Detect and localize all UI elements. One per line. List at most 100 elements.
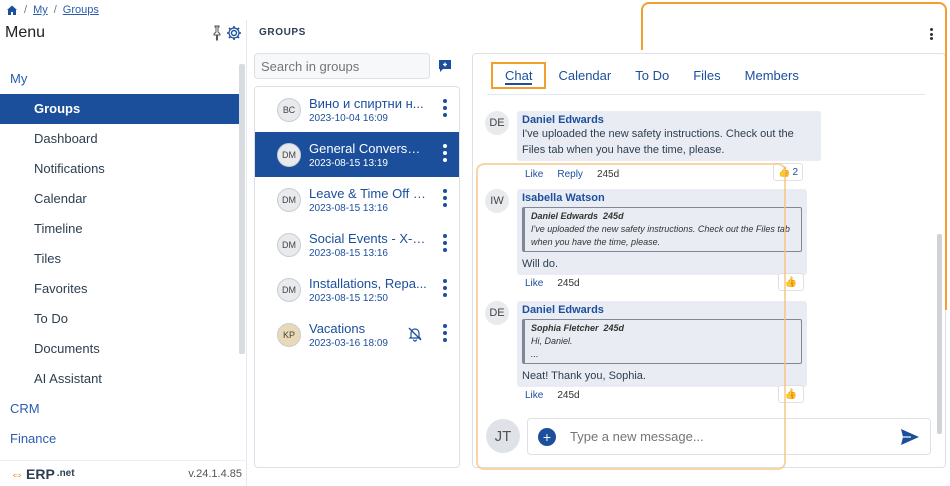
home-icon[interactable] (6, 4, 18, 16)
message-author[interactable]: Isabella Watson (522, 192, 802, 204)
menu-section-finance[interactable]: Finance (0, 424, 240, 454)
like-link[interactable]: Like (525, 169, 543, 180)
group-more-icon[interactable] (443, 144, 447, 162)
breadcrumb-separator: / (53, 4, 57, 16)
group-date: 2023-10-04 16:09 (309, 112, 388, 124)
like-count-button[interactable]: 👍 2 (773, 163, 803, 181)
group-name: Leave & Time Off - ... (309, 185, 427, 201)
quoted-message[interactable]: Sophia Fletcher 245d Hi, Daniel. ... (522, 319, 802, 364)
thumbs-up-icon: 👍 (777, 166, 791, 178)
quoted-message[interactable]: Daniel Edwards 245d I've uploaded the ne… (522, 207, 802, 252)
group-avatar: DM (277, 187, 301, 212)
thumbs-up-icon: 👍 (784, 276, 798, 288)
group-name: Installations, Repa... (309, 275, 427, 291)
breadcrumb-groups[interactable]: Groups (63, 4, 99, 16)
group-more-icon[interactable] (443, 279, 447, 297)
tab-files[interactable]: Files (681, 62, 732, 89)
tab-todo[interactable]: To Do (623, 62, 681, 89)
thumbs-up-icon: 👍 (784, 388, 798, 400)
menu-title: Menu (5, 24, 46, 41)
like-link[interactable]: Like (525, 278, 543, 289)
group-item[interactable]: DM Leave & Time Off - ... 2023-08-15 13:1… (255, 177, 459, 222)
gear-icon[interactable] (226, 25, 242, 41)
menu-item-ai-assistant[interactable]: AI Assistant (0, 364, 240, 394)
panel-more-icon[interactable] (930, 28, 933, 40)
group-item[interactable]: ВС Вино и спиртни н... 2023-10-04 16:09 (255, 87, 459, 132)
highlight-frame (641, 2, 947, 50)
menu-item-groups[interactable]: Groups (0, 94, 240, 124)
message-composer: + (527, 418, 931, 455)
tab-calendar[interactable]: Calendar (546, 62, 623, 89)
menu-header: Menu (0, 20, 246, 46)
group-name: Social Events - X-T... (309, 230, 427, 246)
menu-item-documents[interactable]: Documents (0, 334, 240, 364)
group-item[interactable]: DM Social Events - X-T... 2023-08-15 13:1… (255, 222, 459, 267)
group-name: General Conversat... (309, 140, 427, 156)
group-item[interactable]: DM Installations, Repa... 2023-08-15 12:5… (255, 267, 459, 312)
attach-plus-icon[interactable]: + (538, 427, 556, 446)
menu-item-dashboard[interactable]: Dashboard (0, 124, 240, 154)
group-more-icon[interactable] (443, 234, 447, 252)
groups-title: GROUPS (259, 27, 306, 38)
menu-section-my[interactable]: My (0, 64, 240, 94)
avatar: DE (485, 301, 509, 325)
chat-tabs: Chat Calendar To Do Files Members (491, 62, 811, 89)
message-text: Neat! Thank you, Sophia. (522, 370, 646, 382)
pin-icon[interactable] (212, 25, 222, 41)
group-date: 2023-08-15 13:19 (309, 157, 388, 169)
menu-tools (212, 25, 242, 41)
muted-bell-icon[interactable] (407, 326, 423, 342)
like-link[interactable]: Like (525, 390, 543, 401)
menu-footer: ⇔ ERP .net v.24.1.4.85 (0, 460, 247, 486)
like-button[interactable]: 👍 (778, 273, 804, 291)
group-name: Вино и спиртни н... (309, 95, 424, 111)
chat-scrollbar[interactable] (937, 234, 942, 434)
message-author[interactable]: Daniel Edwards (522, 114, 816, 126)
group-avatar: DM (277, 232, 301, 257)
like-button[interactable]: 👍 (778, 385, 804, 403)
group-item-selected[interactable]: DM General Conversat... 2023-08-15 13:19 (255, 132, 459, 177)
avatar: DE (485, 111, 509, 135)
message-actions: Like 245d (525, 390, 580, 401)
erp-logo-mark-icon: ⇔ (10, 465, 24, 482)
send-icon[interactable] (900, 428, 920, 446)
group-date: 2023-08-15 13:16 (309, 202, 388, 214)
message-age: 245d (557, 390, 580, 401)
message-input[interactable] (570, 429, 900, 444)
group-more-icon[interactable] (443, 99, 447, 117)
message-bubble: Daniel Edwards Sophia Fletcher 245d Hi, … (517, 301, 807, 387)
menu-item-notifications[interactable]: Notifications (0, 154, 240, 184)
menu-section-crm[interactable]: CRM (0, 394, 240, 424)
menu-item-favorites[interactable]: Favorites (0, 274, 240, 304)
group-avatar: DM (277, 142, 301, 167)
message-actions: Like Reply 245d (525, 169, 619, 180)
menu-scrollbar[interactable] (239, 64, 245, 354)
group-list: ВС Вино и спиртни н... 2023-10-04 16:09 D… (254, 86, 460, 468)
like-count: 2 (792, 166, 798, 178)
reply-link[interactable]: Reply (557, 169, 583, 180)
breadcrumb-separator: / (24, 4, 28, 16)
group-more-icon[interactable] (443, 189, 447, 207)
menu-item-calendar[interactable]: Calendar (0, 184, 240, 214)
menu-item-timeline[interactable]: Timeline (0, 214, 240, 244)
message-bubble: Daniel Edwards I've uploaded the new saf… (517, 111, 821, 161)
message-text: Will do. (522, 258, 559, 270)
breadcrumb-my[interactable]: My (33, 4, 48, 16)
menu-list: My Groups Dashboard Notifications Calend… (0, 64, 240, 454)
erp-logo: ⇔ ERP .net (10, 465, 75, 482)
group-avatar: KP (277, 322, 301, 347)
new-group-chat-icon[interactable] (438, 59, 452, 73)
message-author[interactable]: Daniel Edwards (522, 304, 802, 316)
menu-item-todo[interactable]: To Do (0, 304, 240, 334)
tabs-divider (487, 94, 925, 95)
group-avatar: ВС (277, 97, 301, 122)
tab-chat[interactable]: Chat (491, 62, 547, 89)
group-avatar: DM (277, 277, 301, 302)
chat-panel: Chat Calendar To Do Files Members DE Dan… (472, 53, 946, 468)
menu-item-tiles[interactable]: Tiles (0, 244, 240, 274)
tab-members[interactable]: Members (733, 62, 811, 89)
search-input[interactable] (254, 53, 430, 79)
group-more-icon[interactable] (443, 324, 447, 342)
version-label: v.24.1.4.85 (188, 467, 242, 480)
group-item[interactable]: KP Vacations 2023-03-16 18:09 (255, 312, 459, 357)
